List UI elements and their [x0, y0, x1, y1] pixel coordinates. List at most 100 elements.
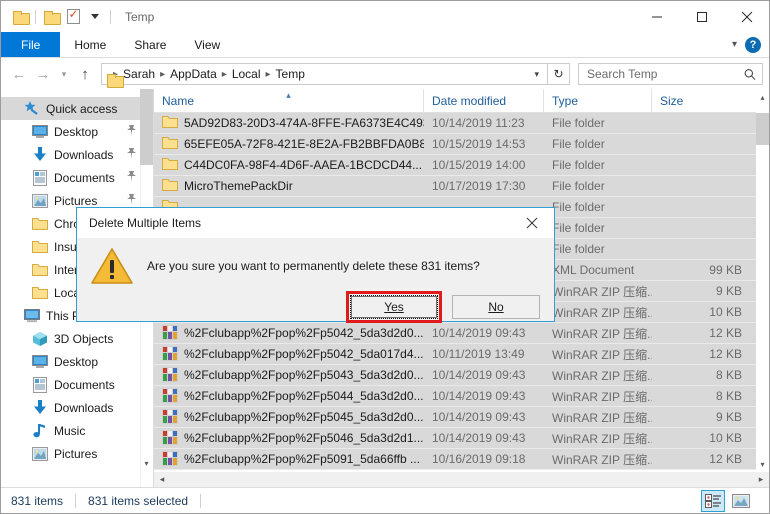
sidebar-scrollbar-thumb[interactable] [140, 89, 153, 165]
dialog-close-icon[interactable] [510, 208, 554, 238]
recent-locations-icon[interactable]: ▾ [55, 62, 73, 86]
cell-name: 5AD92D83-20D3-474A-8FFE-FA6373E4C493 [154, 115, 424, 131]
sidebar-item-desktop[interactable]: Desktop [1, 350, 153, 373]
status-item-count: 831 items [11, 493, 64, 508]
cell-date-modified: 10/14/2019 09:43 [432, 326, 526, 340]
forward-arrow-icon[interactable]: → [31, 62, 55, 86]
table-row[interactable]: %2Fclubapp%2Fpop%2Fp5045_5da3d2d0... 10/1… [154, 407, 769, 428]
no-button[interactable]: No [452, 295, 540, 319]
table-row[interactable]: %2Fclubapp%2Fpop%2Fp5046_5da3d2d1... 10/1… [154, 428, 769, 449]
folder-icon [162, 115, 178, 131]
chevron-down-icon[interactable]: ▾ [732, 39, 737, 50]
pin-icon[interactable] [126, 193, 137, 208]
cell-type: File folder [552, 137, 605, 151]
breadcrumb[interactable]: ▸ Sarah ▸ AppData ▸ Local ▸ Temp ▾ [101, 63, 548, 85]
cell-type: WinRAR ZIP 压缩... [552, 347, 652, 362]
pin-icon[interactable] [126, 170, 137, 185]
sidebar-item-3d-objects[interactable]: 3D Objects [1, 327, 153, 350]
table-row[interactable]: %2Fclubapp%2Fpop%2Fp5044_5da3d2d0... 10/1… [154, 386, 769, 407]
file-scroll-right-icon[interactable]: ▸ [753, 474, 769, 485]
large-icons-view-icon[interactable] [729, 490, 753, 512]
customize-dropdown-icon[interactable] [84, 6, 106, 28]
refresh-icon[interactable]: ↻ [548, 63, 570, 85]
table-row[interactable]: %2Fclubapp%2Fpop%2Fp5042_5da017d4... 10/1… [154, 344, 769, 365]
sidebar-item-label: Downloads [54, 147, 114, 162]
yes-button-label: Yes [384, 300, 404, 314]
column-header-date-modified[interactable]: Date modified [424, 89, 544, 112]
cell-type: File folder [552, 221, 605, 235]
sidebar-item-label: Desktop [54, 124, 99, 139]
cell-size: 12 KB [709, 347, 742, 361]
breadcrumb-item-local[interactable]: Local [229, 67, 264, 81]
search-box[interactable] [578, 63, 763, 85]
file-name-label: %2Fclubapp%2Fpop%2Fp5046_5da3d2d1... [184, 431, 424, 445]
sidebar-item-documents[interactable]: Documents [1, 166, 153, 189]
folder-icon [162, 136, 178, 152]
sidebar-item-documents[interactable]: Documents [1, 373, 153, 396]
file-list-scrollbar-thumb[interactable] [756, 113, 769, 145]
minimize-icon[interactable] [634, 1, 679, 32]
up-arrow-icon[interactable]: ↑ [73, 62, 97, 86]
tab-view[interactable]: View [180, 32, 234, 57]
file-scroll-left-icon[interactable]: ◂ [154, 474, 170, 485]
sidebar-item-label: Pictures [54, 446, 98, 461]
column-headers: Name ▴ Date modified Type Size [154, 89, 769, 113]
file-scroll-up-icon[interactable]: ▴ [756, 89, 769, 105]
table-row[interactable]: MicroThemePackDir 10/17/2019 17:30 File fo… [154, 176, 769, 197]
new-folder-icon[interactable] [40, 6, 62, 28]
sidebar-item-label: Documents [54, 170, 115, 185]
tab-file[interactable]: File [1, 32, 61, 57]
breadcrumb-separator-2[interactable]: ▸ [220, 69, 229, 80]
table-row[interactable]: C44DC0FA-98F4-4D6F-AAEA-1BCDCD44... 10/15… [154, 155, 769, 176]
yes-button[interactable]: Yes [350, 295, 438, 319]
breadcrumb-item-sarah[interactable]: Sarah [120, 67, 158, 81]
maximize-icon[interactable] [679, 1, 724, 32]
download-icon [31, 147, 48, 163]
cell-date-modified: 10/16/2019 09:18 [432, 452, 526, 466]
help-icon[interactable]: ? [745, 36, 761, 53]
breadcrumb-separator-3[interactable]: ▸ [264, 69, 273, 80]
column-header-size[interactable]: Size [652, 89, 756, 112]
view-toggle-group [701, 489, 759, 512]
pin-icon[interactable] [126, 124, 137, 139]
pin-icon[interactable] [126, 147, 137, 162]
cell-type: WinRAR ZIP 压缩... [552, 326, 652, 341]
file-scroll-down-icon[interactable]: ▾ [756, 456, 769, 472]
breadcrumb-separator-1[interactable]: ▸ [158, 69, 167, 80]
table-row[interactable]: %2Fclubapp%2Fpop%2Fp5091_5da66ffb ... 10/… [154, 449, 769, 470]
search-input[interactable] [585, 66, 744, 82]
sidebar-item-music[interactable]: Music [1, 419, 153, 442]
breadcrumb-dropdown-icon[interactable]: ▾ [528, 69, 545, 80]
table-row[interactable]: %2Fclubapp%2Fpop%2Fp5042_5da3d2d0... 10/1… [154, 323, 769, 344]
column-label-name: Name [162, 93, 195, 108]
winrar-icon [162, 325, 178, 341]
search-icon[interactable] [744, 68, 756, 81]
column-header-type[interactable]: Type [544, 89, 652, 112]
sidebar-scroll-down-icon[interactable]: ▾ [140, 455, 153, 471]
back-arrow-icon[interactable]: ← [7, 62, 31, 86]
table-row[interactable]: 5AD92D83-20D3-474A-8FFE-FA6373E4C493 10/1… [154, 113, 769, 134]
details-view-icon[interactable] [701, 489, 725, 512]
tab-home[interactable]: Home [60, 32, 120, 57]
breadcrumb-item-appdata[interactable]: AppData [167, 67, 220, 81]
column-header-name[interactable]: Name ▴ [154, 89, 424, 112]
sidebar-item-downloads[interactable]: Downloads [1, 396, 153, 419]
no-button-label: No [488, 300, 504, 314]
folder-icon [31, 262, 48, 278]
quick-access-toolbar: Temp [1, 6, 154, 28]
warning-triangle-icon [91, 247, 133, 285]
properties-icon[interactable] [62, 6, 84, 28]
breadcrumb-item-temp[interactable]: Temp [273, 67, 308, 81]
close-icon[interactable] [724, 1, 769, 32]
sidebar-item-quick-access[interactable]: Quick access [1, 97, 153, 120]
sidebar-item-pictures[interactable]: Pictures [1, 442, 153, 465]
table-row[interactable]: %2Fclubapp%2Fpop%2Fp5043_5da3d2d0... 10/1… [154, 365, 769, 386]
sidebar-item-downloads[interactable]: Downloads [1, 143, 153, 166]
file-list-scrollbar[interactable]: ▴ ▾ [756, 89, 769, 472]
documents-icon [31, 376, 48, 393]
table-row[interactable]: 65EFE05A-72F8-421E-8E2A-FB2BBFDA0B8D 10/1… [154, 134, 769, 155]
sidebar-item-desktop[interactable]: Desktop [1, 120, 153, 143]
file-list-horizontal-scrollbar[interactable]: ◂ ▸ [154, 472, 769, 487]
tab-share[interactable]: Share [120, 32, 180, 57]
horizontal-scrollbar-track[interactable] [170, 472, 753, 487]
